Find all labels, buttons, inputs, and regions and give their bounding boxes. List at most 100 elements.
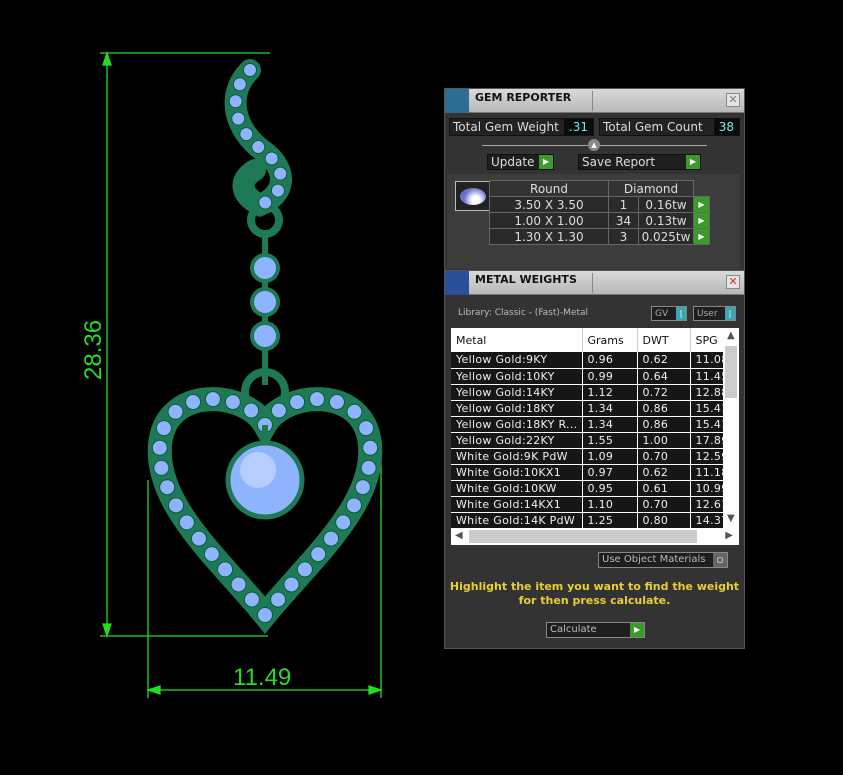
play-icon[interactable]: ▶ bbox=[693, 196, 710, 213]
table-cell: White Gold:10KW bbox=[451, 480, 583, 497]
table-cell: Yellow Gold:10KY bbox=[451, 368, 583, 385]
gem bbox=[243, 591, 260, 608]
play-icon: ▶ bbox=[686, 155, 700, 169]
table-cell: White Gold:14KX1 bbox=[451, 496, 583, 513]
save-report-button[interactable]: Save Report ▶ bbox=[578, 154, 701, 170]
gem-row[interactable]: 3.50 X 3.50 1 0.16tw ▶ bbox=[489, 196, 710, 213]
table-row[interactable]: White Gold:9K PdW 1.09 0.70 12.59 bbox=[451, 448, 730, 465]
table-cell: White Gold:10KX1 bbox=[451, 464, 583, 481]
gem bbox=[354, 479, 371, 496]
table-row[interactable]: Yellow Gold:18KY R... 1.34 0.86 15.41 bbox=[451, 416, 730, 433]
table-cell: 1.10 bbox=[582, 496, 638, 513]
table-cell: 1.12 bbox=[582, 384, 638, 401]
column-header[interactable]: Metal bbox=[451, 328, 583, 352]
table-row[interactable]: Yellow Gold:22KY 1.55 1.00 17.89 bbox=[451, 432, 730, 449]
gem bbox=[270, 402, 287, 419]
pendant-drawing: 28.36 11.49 bbox=[80, 50, 384, 698]
gem bbox=[283, 576, 300, 593]
gem bbox=[231, 111, 246, 126]
gem-row[interactable]: 1.00 X 1.00 34 0.13tw ▶ bbox=[489, 212, 710, 229]
gem bbox=[217, 561, 234, 578]
gem-row[interactable]: 1.30 X 1.30 3 0.025tw ▶ bbox=[489, 228, 710, 245]
gem bbox=[204, 391, 221, 408]
gem bbox=[159, 479, 176, 496]
total-gem-weight-field: Total Gem Weight .31 bbox=[449, 118, 594, 136]
gem bbox=[203, 546, 220, 563]
use-object-materials-toggle[interactable]: Use Object Materials ○ bbox=[598, 552, 728, 568]
column-header[interactable]: Grams bbox=[582, 328, 638, 352]
table-row[interactable]: White Gold:14KX1 1.10 0.70 12.61 bbox=[451, 496, 730, 513]
table-cell: White Gold:14K PdW bbox=[451, 512, 583, 528]
table-cell: 1.25 bbox=[582, 512, 638, 528]
gem-table: Round Diamond 3.50 X 3.50 1 0.16tw ▶ 1.00 X 1… bbox=[489, 180, 710, 245]
gem bbox=[153, 459, 170, 476]
gem-reporter-icon bbox=[445, 89, 469, 113]
gem-weight: 0.025tw bbox=[638, 228, 694, 245]
gem bbox=[228, 94, 243, 109]
gem bbox=[360, 459, 377, 476]
play-icon[interactable]: ▶ bbox=[693, 212, 710, 229]
column-header[interactable]: DWT bbox=[637, 328, 691, 352]
table-row[interactable]: Yellow Gold:10KY 0.99 0.64 11.45 bbox=[451, 368, 730, 385]
gem bbox=[232, 77, 247, 92]
total-gem-count-field: Total Gem Count 38 bbox=[599, 118, 740, 136]
table-cell: 0.80 bbox=[637, 512, 691, 528]
gem bbox=[155, 420, 172, 437]
table-row[interactable]: Yellow Gold:14KY 1.12 0.72 12.88 bbox=[451, 384, 730, 401]
table-cell: 0.64 bbox=[637, 368, 691, 385]
update-button[interactable]: Update ▶ bbox=[487, 154, 554, 170]
table-cell: Yellow Gold:22KY bbox=[451, 432, 583, 449]
height-dimension: 28.36 bbox=[80, 320, 107, 380]
table-row[interactable]: White Gold:10KW 0.95 0.61 10.99 bbox=[451, 480, 730, 497]
table-cell: 0.86 bbox=[637, 400, 691, 417]
metal-weights-titlebar[interactable]: METAL WEIGHTS ✕ bbox=[445, 271, 744, 295]
gv-toggle[interactable]: GV | bbox=[651, 306, 687, 321]
table-cell: White Gold:9K PdW bbox=[451, 448, 583, 465]
play-icon: ▶ bbox=[539, 155, 553, 169]
gem bbox=[258, 195, 273, 210]
table-cell: 0.70 bbox=[637, 496, 691, 513]
calculate-button[interactable]: Calculate ▶ bbox=[546, 622, 645, 638]
gem bbox=[243, 402, 260, 419]
table-cell: 0.62 bbox=[637, 352, 691, 369]
metal-weights-panel: METAL WEIGHTS ✕ Library: Classic - (Fast… bbox=[444, 270, 745, 649]
gem bbox=[167, 403, 184, 420]
table-cell: Yellow Gold:18KY bbox=[451, 400, 583, 417]
gem-reporter-titlebar[interactable]: GEM REPORTER ✕ bbox=[445, 89, 744, 113]
pendant bbox=[147, 59, 383, 634]
metal-weights-icon bbox=[445, 271, 469, 295]
gem-count: 1 bbox=[608, 196, 639, 213]
gem bbox=[323, 530, 340, 547]
collapse-toggle[interactable]: ▲ bbox=[588, 139, 600, 151]
gem bbox=[178, 514, 195, 531]
gem-size: 1.00 X 1.00 bbox=[489, 212, 609, 229]
table-cell: 1.00 bbox=[637, 432, 691, 449]
gem bbox=[190, 530, 207, 547]
horizontal-scrollbar[interactable]: ◀ ▶ bbox=[451, 528, 739, 545]
table-row[interactable]: White Gold:14K PdW 1.25 0.80 14.37 bbox=[451, 512, 730, 528]
gem bbox=[243, 63, 257, 77]
play-icon: ▶ bbox=[630, 623, 644, 637]
user-toggle[interactable]: User | bbox=[693, 306, 736, 321]
gem bbox=[264, 151, 279, 166]
metal-table: Metal Grams DWT SPG Yellow Gold:9KY 0.96 0.62… bbox=[451, 328, 739, 528]
gem-count: 34 bbox=[608, 212, 639, 229]
gem-size: 1.30 X 1.30 bbox=[489, 228, 609, 245]
library-label: Library: Classic - (Fast)-Metal bbox=[458, 308, 589, 318]
table-cell: 0.86 bbox=[637, 416, 691, 433]
gem bbox=[309, 391, 326, 408]
play-icon[interactable]: ▶ bbox=[693, 228, 710, 245]
table-row[interactable]: White Gold:10KX1 0.97 0.62 11.18 bbox=[451, 464, 730, 481]
vertical-scrollbar[interactable]: ▲ ▼ bbox=[723, 328, 739, 528]
close-icon[interactable]: ✕ bbox=[726, 275, 740, 289]
gem-reporter-panel: GEM REPORTER ✕ Total Gem Weight .31 Total… bbox=[444, 88, 745, 271]
close-icon[interactable]: ✕ bbox=[726, 93, 740, 107]
table-row[interactable]: Yellow Gold:18KY 1.34 0.86 15.41 bbox=[451, 400, 730, 417]
table-row[interactable]: Yellow Gold:9KY 0.96 0.62 11.08 bbox=[451, 352, 730, 369]
gem bbox=[185, 394, 202, 411]
table-cell: 0.62 bbox=[637, 464, 691, 481]
table-cell: 0.70 bbox=[637, 448, 691, 465]
gem bbox=[310, 546, 327, 563]
table-cell: 1.34 bbox=[582, 416, 638, 433]
width-dimension: 11.49 bbox=[233, 664, 291, 691]
